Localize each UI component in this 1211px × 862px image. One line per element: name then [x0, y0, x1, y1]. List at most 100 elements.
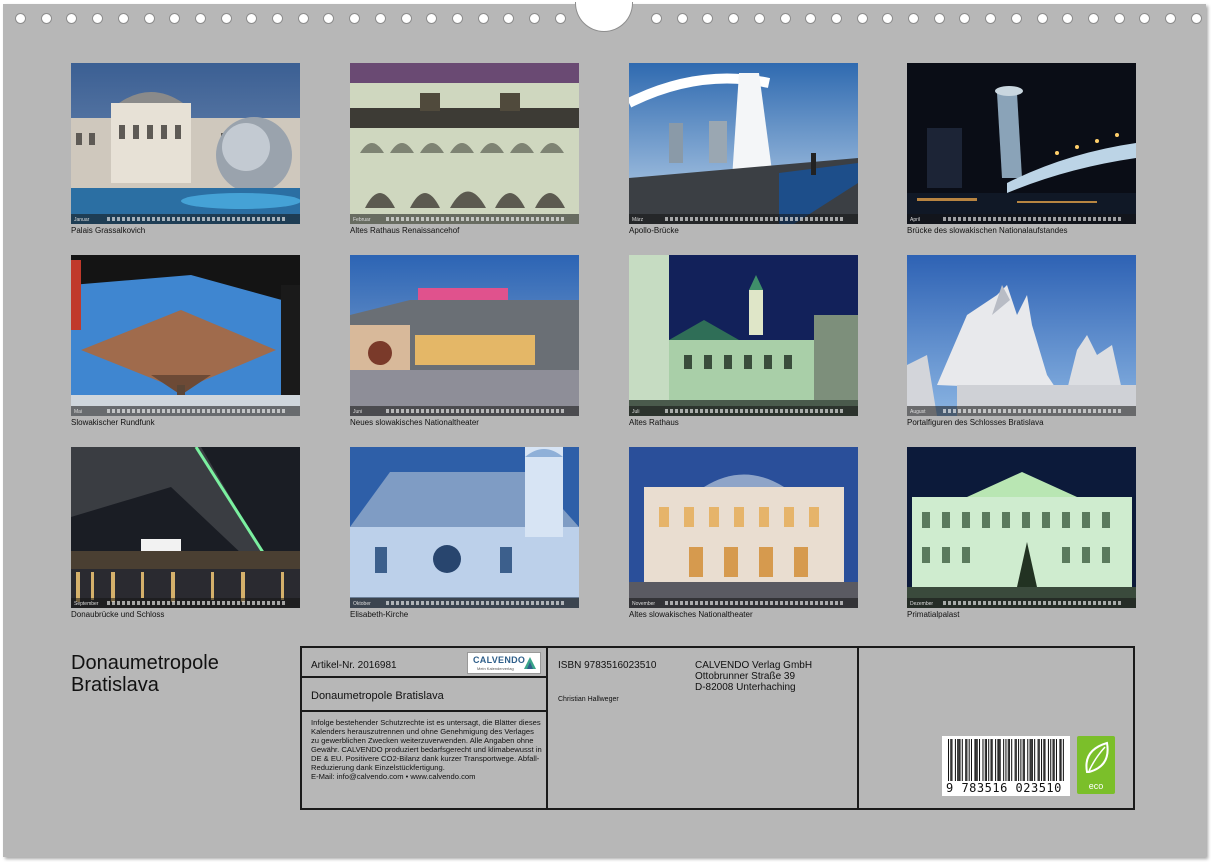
binding-hole [297, 13, 309, 24]
binding-hole [426, 13, 438, 24]
thumbnail-february[interactable]: Februar Altes Rathaus Renaissancehof [350, 63, 579, 235]
binding-hole [1190, 13, 1202, 24]
isbn: ISBN 9783516023510 [558, 660, 657, 671]
eco-badge: eco [1077, 736, 1115, 794]
photo-snp-bruecke: April [907, 63, 1136, 224]
thumbnail-july[interactable]: Juli Altes Rathaus [629, 255, 858, 427]
thumbnail-caption: Apollo-Brücke [629, 226, 679, 235]
binding-hole [194, 13, 206, 24]
eco-label: eco [1088, 781, 1104, 791]
month-label: April [910, 217, 921, 223]
binding-hole [220, 13, 232, 24]
binding-hole [830, 13, 842, 24]
photo-primatialpalast: Dezember [907, 447, 1136, 608]
photo-slowakischer-rundfunk: Mai [71, 255, 300, 416]
binding-hole [1165, 13, 1176, 24]
month-label: März [632, 217, 644, 223]
calendar-back-page: Januar Palais Grassalkovich Februar Alte… [3, 2, 1206, 857]
binding-hole [856, 13, 868, 24]
thumbnail-june[interactable]: Juni Neues slowakisches Nationaltheater [350, 255, 579, 427]
binding-hole [400, 13, 412, 24]
binding-hole [1139, 13, 1151, 24]
thumbnail-august[interactable]: August Portalfiguren des Schlosses Brati… [907, 255, 1136, 427]
thumbnail-caption: Neues slowakisches Nationaltheater [350, 418, 479, 427]
thumbnail-caption: Palais Grassalkovich [71, 226, 146, 235]
binding-hole [908, 13, 919, 24]
binding-hole [1010, 13, 1022, 24]
author: Christian Hallweger [558, 696, 619, 703]
photo-apollo-bruecke: März [629, 63, 858, 224]
thumbnail-october[interactable]: Oktober Elisabeth-Kirche [350, 447, 579, 619]
photo-portalfiguren: August [907, 255, 1136, 416]
publisher-street: Ottobrunner Straße 39 [695, 671, 796, 682]
binding-hole [959, 13, 971, 24]
barcode-bars-icon [948, 739, 1064, 781]
legal-notice: Infolge bestehender Schutzrechte ist es … [311, 718, 543, 781]
calvendo-mark-icon [524, 657, 536, 669]
divider [857, 648, 859, 808]
divider [302, 676, 546, 678]
thumbnail-caption: Slowakischer Rundfunk [71, 418, 155, 427]
divider [546, 648, 548, 808]
month-label: Juni [353, 409, 363, 415]
photo-altes-rathaus-renaissancehof: Februar [350, 63, 579, 224]
binding-hole [451, 13, 463, 24]
binding-hole [323, 13, 335, 24]
month-label: Januar [74, 217, 90, 223]
calendar-title: Donaumetropole Bratislava [71, 652, 219, 696]
thumbnail-september[interactable]: September Donaubrücke und Schloss [71, 447, 300, 619]
month-label: August [910, 409, 926, 415]
binding-hole [1036, 13, 1048, 24]
photo-altes-nationaltheater: November [629, 447, 858, 608]
binding-hole [117, 13, 129, 24]
thumbnail-caption: Altes Rathaus Renaissancehof [350, 226, 460, 235]
month-label: Mai [74, 409, 83, 415]
thumbnail-caption: Primatialpalast [907, 610, 960, 619]
binding-hole [246, 13, 258, 24]
logo-subtitle: Mein Kalenderverlag [477, 666, 514, 671]
binding-hole [882, 13, 894, 24]
binding-hole [1087, 13, 1099, 24]
photo-altes-rathaus: Juli [629, 255, 858, 416]
binding-hole [529, 13, 540, 24]
thumbnail-april[interactable]: April Brücke des slowakischen Nationalau… [907, 63, 1136, 235]
contact-email: E-Mail: info@calvendo.com • www.calvendo… [311, 772, 476, 781]
barcode-digits: 9 783516 023510 [946, 781, 1062, 795]
binding-hole [753, 13, 765, 24]
publisher-city: D-82008 Unterhaching [695, 682, 796, 693]
binding-hole [676, 13, 688, 24]
binding-hole [477, 13, 489, 24]
binding-hole [554, 13, 566, 24]
binding-hole [933, 13, 945, 24]
thumbnail-november[interactable]: November Altes slowakisches Nationalthea… [629, 447, 858, 619]
publisher-address: CALVENDO Verlag GmbH Ottobrunner Straße … [695, 660, 812, 693]
binding-hole [1113, 13, 1125, 24]
binding-hole [779, 13, 791, 24]
logo-text: CALVENDO [473, 655, 526, 665]
binding-hole [143, 13, 155, 24]
thumbnail-march[interactable]: März Apollo-Brücke [629, 63, 858, 235]
binding-hole [92, 13, 104, 24]
thumbnail-caption: Altes Rathaus [629, 418, 679, 427]
leaf-icon [1085, 741, 1109, 773]
binding-hole [728, 13, 740, 24]
thumbnail-january[interactable]: Januar Palais Grassalkovich [71, 63, 300, 235]
photo-palais-grassalkovich: Januar [71, 63, 300, 224]
thumbnail-caption: Brücke des slowakischen Nationalaufstand… [907, 226, 1068, 235]
binding-hole [349, 13, 361, 24]
calvendo-logo: CALVENDO Mein Kalenderverlag [467, 652, 541, 674]
month-label: September [74, 601, 99, 607]
month-label: Juli [632, 409, 640, 415]
binding-hole [651, 13, 662, 24]
legal-text: Infolge bestehender Schutzrechte ist es … [311, 718, 542, 772]
month-label: Dezember [910, 601, 934, 607]
article-number: Artikel-Nr. 2016981 [311, 660, 397, 671]
thumbnail-caption: Elisabeth-Kirche [350, 610, 409, 619]
photo-elisabeth-kirche: Oktober [350, 447, 579, 608]
binding-hole [702, 13, 714, 24]
month-label: Februar [353, 217, 371, 223]
product-title: Donaumetropole Bratislava [311, 690, 444, 702]
thumbnail-may[interactable]: Mai Slowakischer Rundfunk [71, 255, 300, 427]
thumbnail-caption: Portalfiguren des Schlosses Bratislava [907, 418, 1044, 427]
thumbnail-december[interactable]: Dezember Primatialpalast [907, 447, 1136, 619]
